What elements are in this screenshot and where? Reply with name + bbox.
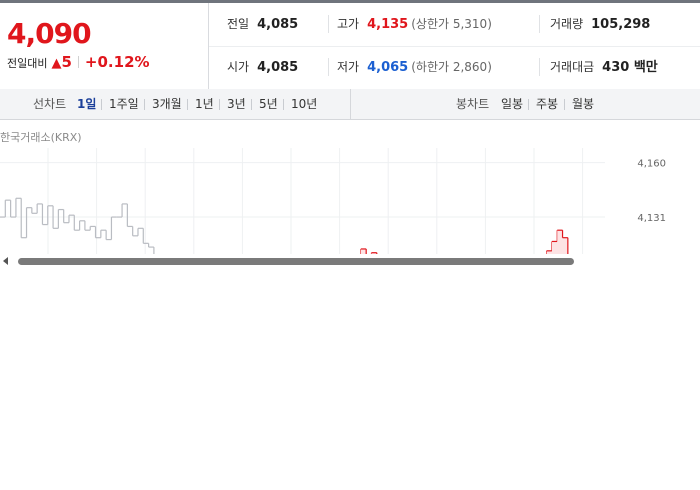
stats-row: 전일 4,085 고가 4,135 (상한가 5,310) 거래량 105,298 bbox=[209, 3, 700, 47]
y-tick-label: 4,131 bbox=[637, 213, 666, 224]
quote-stats: 전일 4,085 고가 4,135 (상한가 5,310) 거래량 105,298 시가… bbox=[209, 3, 700, 89]
open-stat: 시가 4,085 bbox=[227, 46, 298, 89]
candle-chart-tabs: 봉차트 일봉 주봉 월봉 bbox=[351, 89, 700, 119]
high-value: 4,135 bbox=[367, 17, 409, 32]
y-tick-label: 4,160 bbox=[637, 159, 666, 170]
price-box: 4,090 전일대비 ▲5 +0.12% bbox=[0, 3, 209, 89]
change-label: 전일대비 bbox=[7, 57, 48, 70]
trade-value-label: 거래대금 bbox=[550, 60, 595, 74]
tab-3year[interactable]: 3년 bbox=[227, 89, 246, 119]
divider bbox=[187, 99, 188, 110]
line-chart-title: 선차트 bbox=[33, 97, 67, 111]
price-line-chart: 4,1604,1314,102 bbox=[0, 148, 700, 254]
high-label: 고가 bbox=[337, 17, 360, 31]
divider bbox=[564, 99, 565, 110]
trade-value-value: 430 백만 bbox=[602, 60, 658, 75]
lower-limit: (하한가 2,860) bbox=[411, 60, 492, 74]
divider bbox=[539, 58, 540, 76]
divider bbox=[251, 99, 252, 110]
low-label: 저가 bbox=[337, 60, 360, 74]
candle-chart-title: 봉차트 bbox=[456, 97, 490, 111]
current-price: 4,090 bbox=[7, 17, 92, 50]
data-source-label: 한국거래소(KRX) bbox=[0, 131, 82, 144]
tab-5year[interactable]: 5년 bbox=[259, 89, 278, 119]
up-arrow-icon: ▲ bbox=[51, 56, 62, 71]
open-value: 4,085 bbox=[257, 60, 299, 75]
tab-1day[interactable]: 1일 bbox=[77, 89, 96, 119]
change-percent: +0.12% bbox=[84, 53, 150, 71]
stats-row: 시가 4,085 저가 4,065 (하한가 2,860) 거래대금 430 백만 bbox=[209, 46, 700, 89]
trade-value-stat: 거래대금 430 백만 bbox=[550, 46, 658, 89]
tab-1week[interactable]: 1주일 bbox=[109, 89, 139, 119]
volume-stat: 거래량 105,298 bbox=[550, 3, 650, 46]
divider bbox=[539, 15, 540, 33]
quote-summary: 4,090 전일대비 ▲5 +0.12% 전일 4,085 고가 4,135 (상한가 5… bbox=[0, 3, 700, 90]
divider bbox=[528, 99, 529, 110]
scrollbar-thumb[interactable] bbox=[18, 258, 574, 265]
tab-3month[interactable]: 3개월 bbox=[152, 89, 182, 119]
chart-period-tabs: 선차트 1일 1주일 3개월 1년 3년 5년 10년 봉차트 일봉 주봉 월봉 bbox=[0, 89, 700, 120]
tab-10year[interactable]: 10년 bbox=[291, 89, 317, 119]
divider bbox=[101, 99, 102, 110]
divider bbox=[328, 15, 329, 33]
volume-value: 105,298 bbox=[591, 17, 651, 32]
prev-close-label: 전일 bbox=[227, 17, 250, 31]
line-chart-tabs: 선차트 1일 1주일 3개월 1년 3년 5년 10년 bbox=[0, 89, 351, 119]
tab-daily-candle[interactable]: 일봉 bbox=[501, 89, 523, 119]
divider bbox=[144, 99, 145, 110]
area-fill bbox=[551, 241, 558, 254]
tab-weekly-candle[interactable]: 주봉 bbox=[536, 89, 558, 119]
low-value: 4,065 bbox=[367, 60, 409, 75]
high-stat: 고가 4,135 (상한가 5,310) bbox=[337, 3, 492, 46]
chart-scrollbar[interactable] bbox=[0, 254, 700, 268]
chart-canvas: 4,1604,1314,102 bbox=[0, 148, 666, 254]
open-label: 시가 bbox=[227, 60, 250, 74]
change-value: 5 bbox=[61, 53, 72, 71]
prev-close-stat: 전일 4,085 bbox=[227, 3, 298, 46]
tab-1year[interactable]: 1년 bbox=[195, 89, 214, 119]
volume-label: 거래량 bbox=[550, 17, 584, 31]
prev-close-value: 4,085 bbox=[257, 17, 299, 32]
scroll-left-arrow-icon[interactable] bbox=[3, 257, 8, 265]
divider bbox=[328, 58, 329, 76]
tab-monthly-candle[interactable]: 월봉 bbox=[572, 89, 594, 119]
divider bbox=[283, 99, 284, 110]
divider bbox=[77, 56, 79, 68]
price-change: 전일대비 ▲5 +0.12% bbox=[7, 53, 150, 71]
divider bbox=[219, 99, 220, 110]
upper-limit: (상한가 5,310) bbox=[411, 17, 492, 31]
low-stat: 저가 4,065 (하한가 2,860) bbox=[337, 46, 492, 89]
